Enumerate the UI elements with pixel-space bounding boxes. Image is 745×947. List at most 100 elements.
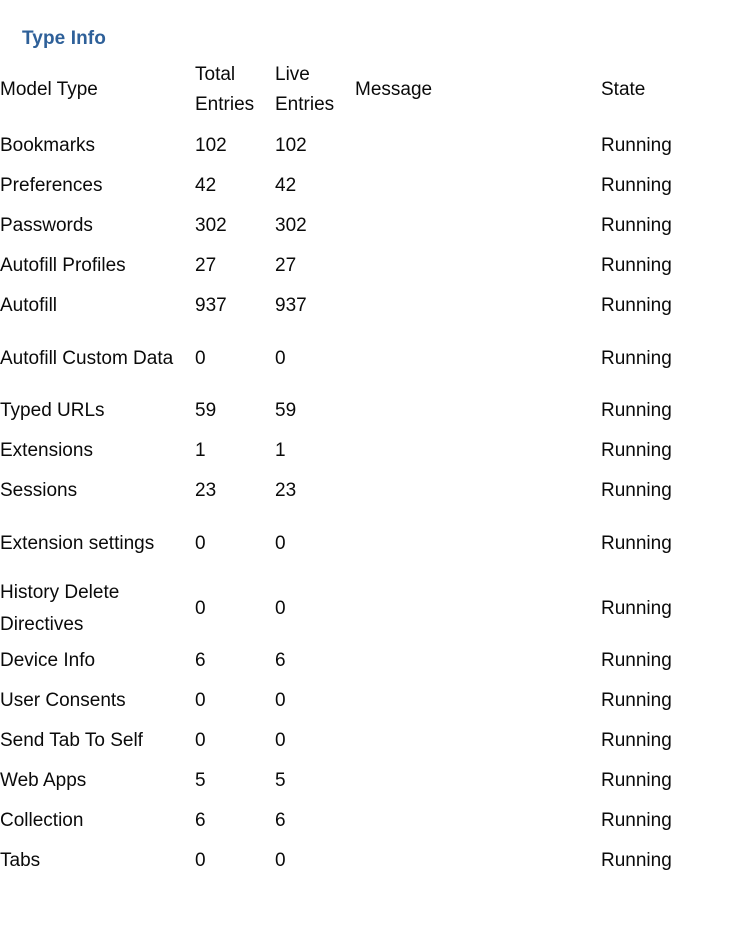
cell-state: Running xyxy=(601,770,672,791)
cell-total-entries: 6 xyxy=(195,810,206,831)
cell-live-entries: 302 xyxy=(275,215,307,236)
cell-message xyxy=(355,206,601,246)
cell-state: Running xyxy=(601,650,672,671)
cell-message xyxy=(355,126,601,166)
table-row: Autofill Profiles 27 27 Running xyxy=(0,246,745,286)
cell-message xyxy=(355,511,601,576)
cell-live-entries: 0 xyxy=(275,850,286,871)
cell-total-entries: 0 xyxy=(195,850,206,871)
cell-state: Running xyxy=(601,597,672,619)
column-header-live-entries-line1: Live xyxy=(275,64,310,85)
cell-state: Running xyxy=(601,440,672,461)
cell-message xyxy=(355,576,601,641)
cell-live-entries: 5 xyxy=(275,770,286,791)
table-row: Tabs 0 0 Running xyxy=(0,841,745,881)
table-row: Typed URLs 59 59 Running xyxy=(0,391,745,431)
cell-message xyxy=(355,471,601,511)
cell-total-entries: 0 xyxy=(195,347,206,369)
cell-state: Running xyxy=(601,850,672,871)
cell-live-entries: 0 xyxy=(275,597,286,619)
table-row: Extension settings 0 0 Running xyxy=(0,511,745,576)
cell-model-type: Autofill xyxy=(0,295,58,316)
cell-live-entries: 0 xyxy=(275,347,286,369)
cell-model-type: Bookmarks xyxy=(0,135,96,156)
cell-total-entries: 937 xyxy=(195,295,227,316)
table-row: Web Apps 5 5 Running xyxy=(0,761,745,801)
table-row: User Consents 0 0 Running xyxy=(0,681,745,721)
table-row: Collection 6 6 Running xyxy=(0,801,745,841)
table-row: Extensions 1 1 Running xyxy=(0,431,745,471)
cell-total-entries: 59 xyxy=(195,400,217,421)
cell-model-type: Sessions xyxy=(0,480,78,501)
cell-live-entries: 937 xyxy=(275,295,307,316)
cell-state: Running xyxy=(601,255,672,276)
cell-message xyxy=(355,681,601,721)
table-body: Bookmarks 102 102 Running Preferences 42 42 Run… xyxy=(0,126,745,881)
cell-total-entries: 42 xyxy=(195,175,217,196)
column-header-live-entries-line2: Entries xyxy=(275,94,335,115)
cell-message xyxy=(355,721,601,761)
table-row: Preferences 42 42 Running xyxy=(0,166,745,206)
table-row: Bookmarks 102 102 Running xyxy=(0,126,745,166)
column-header-total-entries: Total Entries xyxy=(195,60,275,126)
type-info-page: Type Info Model Type Total Entries Live … xyxy=(0,0,745,947)
cell-state: Running xyxy=(601,135,672,156)
cell-live-entries: 59 xyxy=(275,400,297,421)
column-header-state: State xyxy=(601,79,646,100)
cell-live-entries: 6 xyxy=(275,650,286,671)
cell-total-entries: 1 xyxy=(195,440,206,461)
cell-message xyxy=(355,431,601,471)
cell-state: Running xyxy=(601,810,672,831)
cell-live-entries: 27 xyxy=(275,255,297,276)
cell-state: Running xyxy=(601,480,672,501)
page-title: Type Info xyxy=(22,28,106,49)
cell-total-entries: 23 xyxy=(195,480,217,501)
cell-total-entries: 6 xyxy=(195,650,206,671)
column-header-message: Message xyxy=(355,79,433,100)
column-header-total-entries-line2: Entries xyxy=(195,94,255,115)
cell-model-type: Autofill Profiles xyxy=(0,255,126,276)
cell-message xyxy=(355,641,601,681)
cell-model-type: Extensions xyxy=(0,440,93,461)
cell-live-entries: 0 xyxy=(275,532,286,554)
table-row: Device Info 6 6 Running xyxy=(0,641,745,681)
table-header-row: Model Type Total Entries Live Entries Me… xyxy=(0,60,745,126)
column-header-total-entries-line1: Total xyxy=(195,64,236,85)
cell-model-type: Autofill Custom Data xyxy=(0,347,174,369)
table-header: Model Type Total Entries Live Entries Me… xyxy=(0,60,745,126)
cell-state: Running xyxy=(601,400,672,421)
cell-total-entries: 5 xyxy=(195,770,206,791)
cell-state: Running xyxy=(601,175,672,196)
cell-message xyxy=(355,286,601,326)
cell-state: Running xyxy=(601,730,672,751)
cell-model-type: History Delete Directives xyxy=(0,581,120,635)
cell-message xyxy=(355,761,601,801)
cell-live-entries: 1 xyxy=(275,440,286,461)
cell-state: Running xyxy=(601,690,672,711)
cell-live-entries: 0 xyxy=(275,690,286,711)
cell-model-type: Extension settings xyxy=(0,532,155,554)
type-info-table: Model Type Total Entries Live Entries Me… xyxy=(0,60,745,881)
table-row: Send Tab To Self 0 0 Running xyxy=(0,721,745,761)
cell-live-entries: 0 xyxy=(275,730,286,751)
cell-live-entries: 42 xyxy=(275,175,297,196)
table-row: History Delete Directives 0 0 Running xyxy=(0,576,745,641)
cell-model-type: Preferences xyxy=(0,175,103,196)
cell-total-entries: 0 xyxy=(195,690,206,711)
cell-total-entries: 27 xyxy=(195,255,217,276)
table-row: Passwords 302 302 Running xyxy=(0,206,745,246)
cell-model-type: User Consents xyxy=(0,690,126,711)
table-row: Sessions 23 23 Running xyxy=(0,471,745,511)
cell-live-entries: 23 xyxy=(275,480,297,501)
cell-message xyxy=(355,841,601,881)
cell-state: Running xyxy=(601,347,672,369)
cell-message xyxy=(355,246,601,286)
cell-total-entries: 102 xyxy=(195,135,227,156)
cell-total-entries: 0 xyxy=(195,597,206,619)
cell-message xyxy=(355,326,601,391)
cell-message xyxy=(355,166,601,206)
column-header-model-type: Model Type xyxy=(0,79,98,100)
column-header-live-entries: Live Entries xyxy=(275,60,355,126)
cell-live-entries: 102 xyxy=(275,135,307,156)
cell-model-type: Passwords xyxy=(0,215,93,236)
